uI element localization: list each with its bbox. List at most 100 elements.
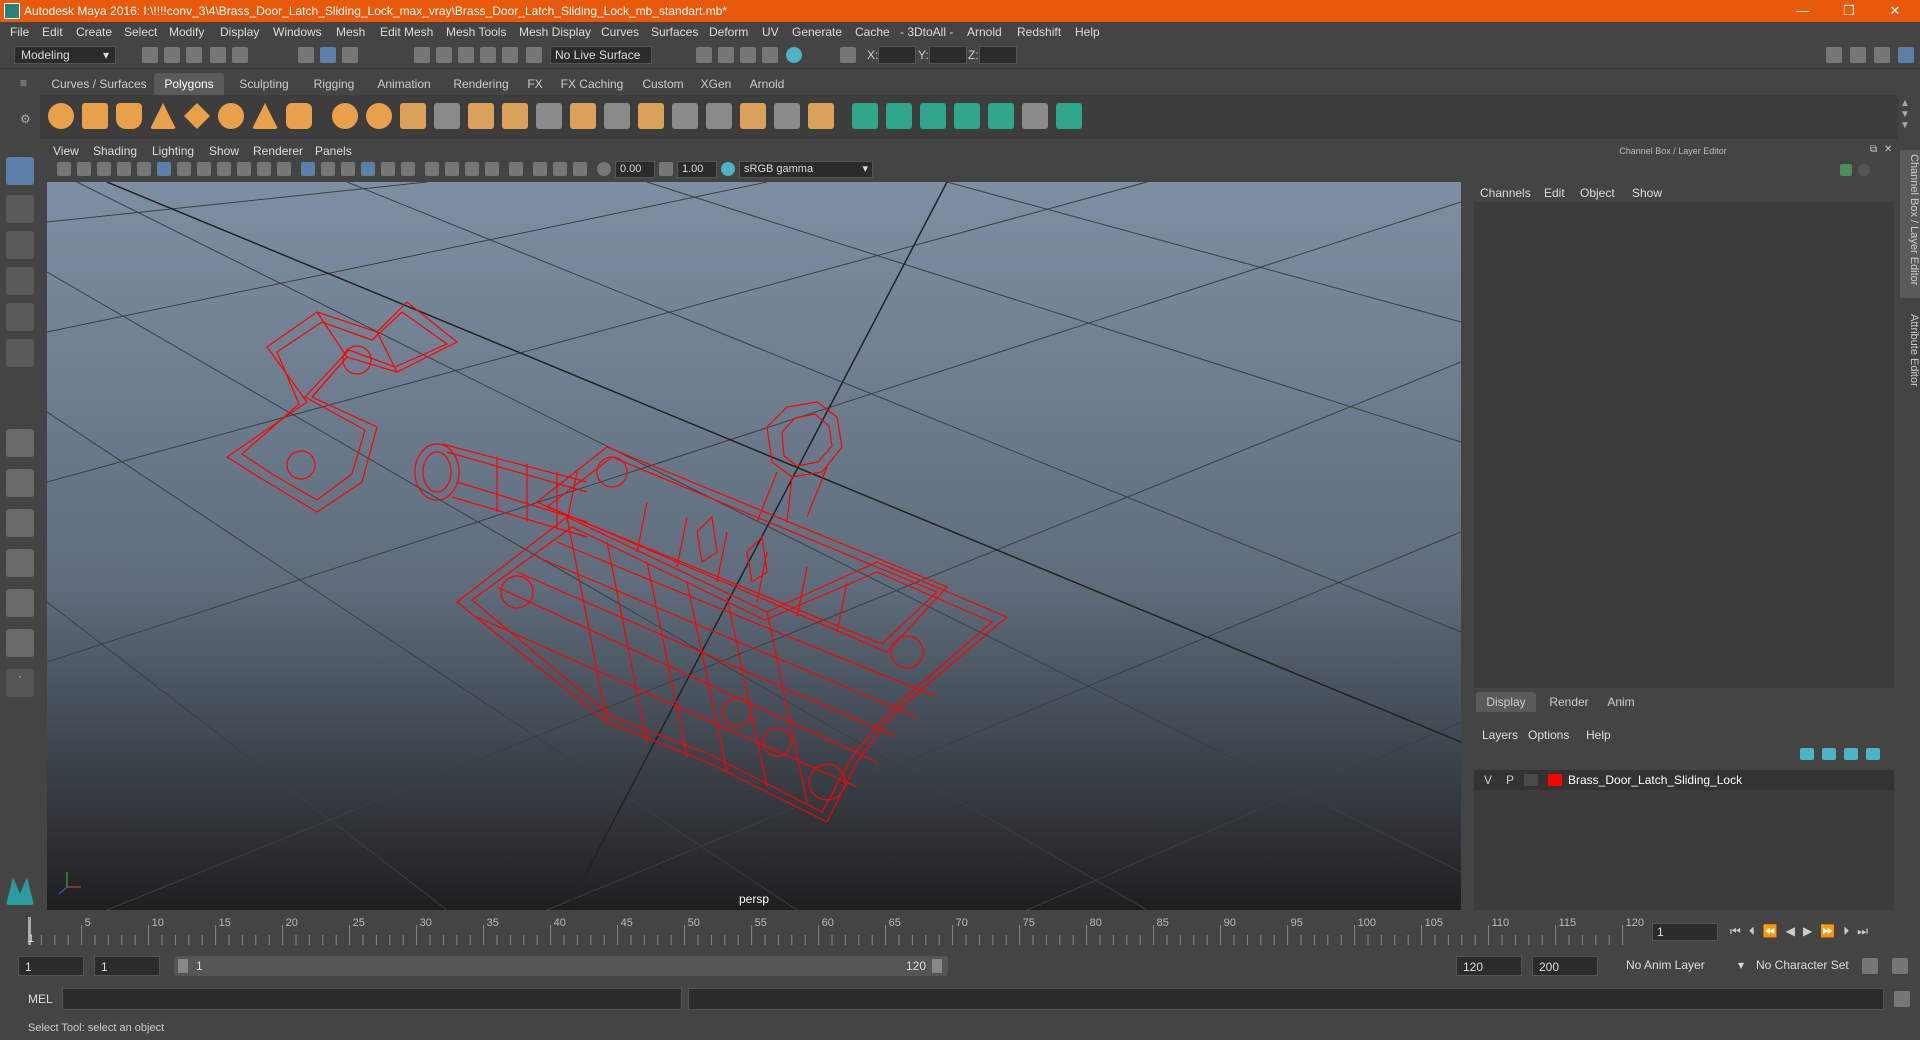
toggle-attribute-editor-icon[interactable] — [1850, 47, 1866, 63]
side-tab-attribute-editor[interactable]: Attribute Editor — [1900, 310, 1920, 408]
range-slider[interactable]: 1 120 — [174, 956, 948, 976]
default-material-icon[interactable] — [341, 162, 355, 176]
play-forward-icon[interactable]: ▶ — [1803, 924, 1820, 938]
step-back-frame-icon[interactable]: ⏪ — [1763, 924, 1786, 938]
new-layer-selected-icon[interactable] — [1866, 748, 1880, 760]
smooth-shade-icon[interactable] — [321, 162, 335, 176]
film-gate-icon[interactable] — [177, 162, 191, 176]
new-empty-layer-icon[interactable] — [1844, 748, 1858, 760]
poly-torus-icon[interactable] — [218, 103, 244, 129]
toggle-channel-box-icon[interactable] — [1898, 47, 1914, 63]
menu-modify[interactable]: Modify — [169, 25, 204, 39]
uv-editor-icon[interactable] — [808, 103, 834, 129]
select-component-icon[interactable] — [342, 47, 358, 63]
xray-joints-icon[interactable] — [553, 162, 567, 176]
ambient-occlusion-icon[interactable] — [445, 162, 459, 176]
safe-title-icon[interactable] — [277, 162, 291, 176]
panel-menu-show[interactable]: Show — [209, 144, 239, 158]
menu-create[interactable]: Create — [76, 25, 112, 39]
toggle-modeling-toolkit-icon[interactable] — [1826, 47, 1842, 63]
grid-toggle-icon[interactable] — [157, 162, 171, 176]
paint-select-tool-icon[interactable] — [6, 231, 34, 259]
exposure-icon[interactable] — [597, 162, 611, 176]
save-scene-icon[interactable] — [186, 47, 202, 63]
bookmark-icon[interactable] — [97, 162, 111, 176]
wireframe-on-shaded-icon[interactable] — [361, 162, 375, 176]
panel-menu-view[interactable]: View — [53, 144, 79, 158]
gate-mask-icon[interactable] — [217, 162, 231, 176]
planar-map-icon[interactable] — [740, 103, 766, 129]
z-field[interactable] — [979, 46, 1017, 64]
mode-selector[interactable]: Modeling ▾ — [14, 46, 116, 64]
redo-icon[interactable] — [232, 47, 248, 63]
shadows-icon[interactable] — [425, 162, 439, 176]
camera-select-icon[interactable] — [57, 162, 71, 176]
command-language-label[interactable]: MEL — [28, 992, 53, 1006]
hypershade-icon[interactable] — [786, 47, 802, 63]
script-editor-icon[interactable] — [1894, 991, 1910, 1007]
shelf-tab-xgen[interactable]: XGen — [694, 73, 738, 95]
two-d-pan-zoom-icon[interactable] — [137, 162, 151, 176]
shelf-tab-custom[interactable]: Custom — [636, 73, 690, 95]
input-transform-icon[interactable] — [840, 47, 856, 63]
poly-pipe-icon[interactable] — [286, 103, 312, 129]
target-weld-icon[interactable] — [706, 103, 732, 129]
step-back-key-icon[interactable]: ⏴ — [1749, 924, 1763, 938]
multi-cut-icon[interactable] — [536, 103, 562, 129]
snap-curve-icon[interactable] — [436, 47, 452, 63]
shelf-tab-rendering[interactable]: Rendering — [444, 73, 518, 95]
ipr-render-icon[interactable] — [740, 47, 756, 63]
layer-tab-anim[interactable]: Anim — [1598, 692, 1644, 712]
snap-view-plane-icon[interactable] — [480, 47, 496, 63]
shelf-tab-polygons[interactable]: Polygons — [154, 73, 224, 95]
menu-cache[interactable]: Cache — [855, 25, 890, 39]
motion-blur-icon[interactable] — [465, 162, 479, 176]
resolution-gate-icon[interactable] — [197, 162, 211, 176]
close-button[interactable]: ✕ — [1872, 0, 1918, 22]
time-slider[interactable]: 5 10 15 20 25 30 35 40 45 50 55 60 65 70 75 80 85 90 95 100… — [0, 915, 1920, 947]
panel-menu-renderer[interactable]: Renderer — [253, 144, 303, 158]
channel-menu-object[interactable]: Object — [1580, 186, 1615, 200]
menu-mesh-tools[interactable]: Mesh Tools — [446, 25, 506, 39]
append-polygon-icon[interactable] — [604, 103, 630, 129]
layer-color-swatch[interactable] — [1548, 774, 1562, 786]
textured-icon[interactable] — [381, 162, 395, 176]
move-layer-up-icon[interactable] — [1800, 748, 1814, 760]
safe-action-icon[interactable] — [257, 162, 271, 176]
command-input[interactable] — [62, 988, 682, 1010]
menu-3dtoall[interactable]: - 3DtoAll - — [900, 25, 953, 39]
menu-generate[interactable]: Generate — [792, 25, 842, 39]
camera-attributes-icon[interactable] — [77, 162, 91, 176]
shelf-tab-fx[interactable]: FX — [520, 73, 550, 95]
side-tab-channel-box[interactable]: Channel Box / Layer Editor — [1900, 150, 1920, 298]
close-panel-icon[interactable]: ✕ — [1884, 144, 1892, 155]
range-start-handle[interactable] — [178, 959, 188, 973]
smooth-icon[interactable] — [434, 103, 460, 129]
shelf-tab-sculpting[interactable]: Sculpting — [228, 73, 300, 95]
arnold-ipr-icon[interactable] — [886, 103, 912, 129]
panel-menu-shading[interactable]: Shading — [93, 144, 137, 158]
maximize-button[interactable]: ❐ — [1826, 0, 1872, 22]
persp-outliner-view-icon[interactable] — [6, 589, 34, 617]
open-scene-icon[interactable] — [164, 47, 180, 63]
poly-cylinder-icon[interactable] — [116, 103, 142, 129]
layer-type-toggle[interactable] — [1524, 774, 1538, 786]
make-live-icon[interactable] — [526, 47, 542, 63]
layer-playback-toggle[interactable]: P — [1506, 773, 1514, 787]
shelf-menu-icon[interactable]: ≡ — [20, 76, 34, 90]
animation-start-field[interactable]: 1 — [18, 956, 84, 976]
arnold-curve-icon[interactable] — [988, 103, 1014, 129]
render-frame-icon[interactable] — [718, 47, 734, 63]
channel-box-mode-icon[interactable] — [1840, 164, 1852, 176]
shelf-tab-animation[interactable]: Animation — [368, 73, 440, 95]
poly-cone-icon[interactable] — [150, 103, 176, 129]
undo-icon[interactable] — [210, 47, 226, 63]
select-hierarchy-icon[interactable] — [298, 47, 314, 63]
panel-menu-panels[interactable]: Panels — [315, 144, 352, 158]
shelf-tab-curves-surfaces[interactable]: Curves / Surfaces — [48, 73, 150, 95]
color-management-icon[interactable] — [721, 162, 735, 176]
snap-point-icon[interactable] — [458, 47, 474, 63]
merge-icon[interactable] — [672, 103, 698, 129]
current-frame-field[interactable]: 1 — [1652, 923, 1718, 941]
select-tool-icon[interactable] — [6, 157, 34, 185]
